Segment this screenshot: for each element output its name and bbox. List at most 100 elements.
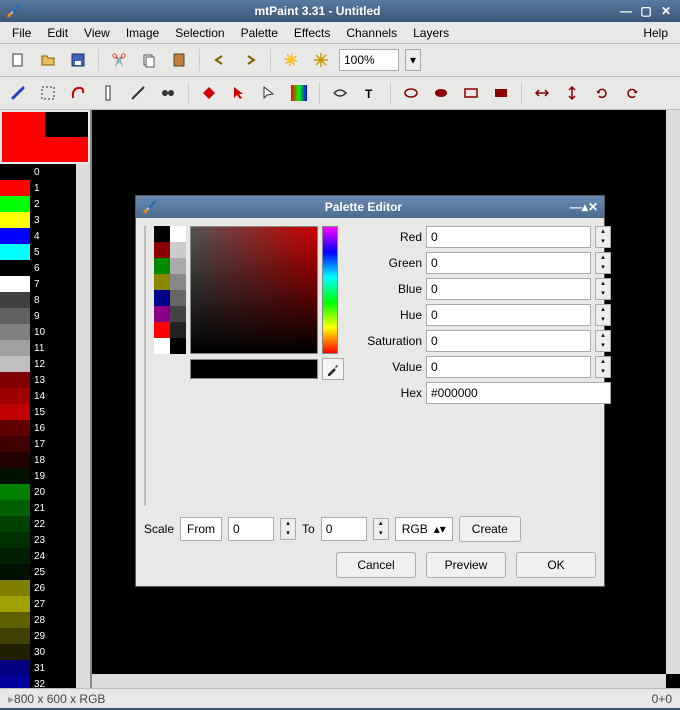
line-tool-icon[interactable] bbox=[126, 81, 150, 105]
green-input[interactable] bbox=[426, 252, 591, 274]
saturation-input[interactable] bbox=[426, 330, 591, 352]
scale-to-spinner[interactable]: ▴▾ bbox=[373, 518, 389, 540]
menu-channels[interactable]: Channels bbox=[338, 24, 405, 42]
save-icon[interactable] bbox=[66, 48, 90, 72]
scale-from-spinner[interactable]: ▴▾ bbox=[280, 518, 296, 540]
color-swatch-box[interactable] bbox=[2, 112, 88, 162]
dialog-palette-row[interactable]: 1 bbox=[145, 249, 146, 271]
red-input[interactable] bbox=[426, 226, 591, 248]
preview-button[interactable]: Preview bbox=[426, 552, 506, 578]
undo-icon[interactable] bbox=[208, 48, 232, 72]
scale-mode-combo[interactable]: RGB ▴▾ bbox=[395, 517, 453, 541]
palette-editor-dialog: 🖌️ Palette Editor — ▴ ✕ 012345678910 bbox=[135, 195, 605, 587]
menubar: File Edit View Image Selection Palette E… bbox=[0, 22, 680, 44]
filled-rect-icon[interactable] bbox=[489, 81, 513, 105]
redo-icon[interactable] bbox=[238, 48, 262, 72]
saturation-value-picker[interactable] bbox=[190, 226, 318, 354]
status-dimensions: 800 x 600 x RGB bbox=[14, 692, 105, 706]
new-icon[interactable] bbox=[6, 48, 30, 72]
fill-tool-icon[interactable] bbox=[197, 81, 221, 105]
rotate-ccw-icon[interactable] bbox=[590, 81, 614, 105]
brightness-icon[interactable]: ☀️ bbox=[279, 48, 303, 72]
smudge-tool-icon[interactable] bbox=[156, 81, 180, 105]
paint-tool-icon[interactable] bbox=[6, 81, 30, 105]
blue-label: Blue bbox=[352, 282, 422, 296]
eyedropper-button[interactable] bbox=[322, 358, 344, 380]
dialog-palette-row[interactable]: 0 bbox=[145, 227, 146, 249]
scale-from-input[interactable] bbox=[228, 517, 274, 541]
cancel-button[interactable]: Cancel bbox=[336, 552, 416, 578]
menu-selection[interactable]: Selection bbox=[167, 24, 232, 42]
dialog-palette-list[interactable]: 012345678910 bbox=[144, 226, 146, 506]
green-spinner[interactable]: ▴▾ bbox=[595, 252, 611, 274]
hue-slider[interactable] bbox=[322, 226, 338, 354]
menu-layers[interactable]: Layers bbox=[405, 24, 457, 42]
menu-edit[interactable]: Edit bbox=[39, 24, 76, 42]
minimize-button[interactable]: — bbox=[618, 3, 634, 19]
text-tool-icon[interactable]: T bbox=[358, 81, 382, 105]
blue-spinner[interactable]: ▴▾ bbox=[595, 278, 611, 300]
scale-to-input[interactable] bbox=[321, 517, 367, 541]
red-spinner[interactable]: ▴▾ bbox=[595, 226, 611, 248]
ellipse-tool-icon[interactable] bbox=[399, 81, 423, 105]
dialog-palette-row[interactable]: 10 bbox=[145, 447, 146, 469]
dialog-palette-row[interactable]: 2 bbox=[145, 271, 146, 293]
cursor-tool-icon[interactable] bbox=[227, 81, 251, 105]
pan-icon[interactable] bbox=[309, 48, 333, 72]
menu-effects[interactable]: Effects bbox=[286, 24, 338, 42]
dialog-palette-row[interactable]: 4 bbox=[145, 315, 146, 337]
zoom-field[interactable]: 100% bbox=[339, 49, 399, 71]
rect-tool-icon[interactable] bbox=[459, 81, 483, 105]
dialog-palette-row[interactable]: 5 bbox=[145, 337, 146, 359]
palette-list[interactable]: 0123456789101112131415161718192021222324… bbox=[0, 164, 90, 688]
palette-scrollbar[interactable] bbox=[76, 164, 90, 688]
canvas-scrollbar-vertical[interactable] bbox=[666, 110, 680, 674]
canvas-scrollbar-horizontal[interactable] bbox=[92, 674, 666, 688]
dialog-palette-row[interactable]: 6 bbox=[145, 359, 146, 381]
shape-tool-icon[interactable] bbox=[328, 81, 352, 105]
dialog-minimize-button[interactable]: — bbox=[570, 200, 582, 214]
hue-input[interactable] bbox=[426, 304, 591, 326]
value-input[interactable] bbox=[426, 356, 591, 378]
menu-palette[interactable]: Palette bbox=[233, 24, 286, 42]
scale-from-combo[interactable]: From bbox=[180, 517, 222, 541]
menu-help[interactable]: Help bbox=[635, 24, 676, 42]
flip-h-icon[interactable] bbox=[530, 81, 554, 105]
filled-ellipse-icon[interactable] bbox=[429, 81, 453, 105]
paste-icon[interactable] bbox=[167, 48, 191, 72]
statusbar: ▸ 800 x 600 x RGB 0+0 bbox=[0, 688, 680, 708]
dialog-titlebar[interactable]: 🖌️ Palette Editor — ▴ ✕ bbox=[136, 196, 604, 218]
dialog-palette-row[interactable]: 8 bbox=[145, 403, 146, 425]
select-tool-icon[interactable] bbox=[36, 81, 60, 105]
blue-input[interactable] bbox=[426, 278, 591, 300]
value-spinner[interactable]: ▴▾ bbox=[595, 356, 611, 378]
ruler-tool-icon[interactable] bbox=[96, 81, 120, 105]
zoom-dropdown[interactable]: ▾ bbox=[405, 49, 421, 71]
gradient-tool-icon[interactable] bbox=[287, 81, 311, 105]
menu-image[interactable]: Image bbox=[118, 24, 167, 42]
dialog-palette-row[interactable]: 7 bbox=[145, 381, 146, 403]
create-button[interactable]: Create bbox=[459, 516, 521, 542]
menu-view[interactable]: View bbox=[76, 24, 118, 42]
close-button[interactable]: ✕ bbox=[658, 3, 674, 19]
flip-v-icon[interactable] bbox=[560, 81, 584, 105]
ok-button[interactable]: OK bbox=[516, 552, 596, 578]
dialog-close-button[interactable]: ✕ bbox=[588, 200, 598, 214]
lasso-tool-icon[interactable] bbox=[66, 81, 90, 105]
open-icon[interactable] bbox=[36, 48, 60, 72]
hex-input[interactable] bbox=[426, 382, 611, 404]
status-position: 0+0 bbox=[652, 692, 672, 706]
hue-spinner[interactable]: ▴▾ bbox=[595, 304, 611, 326]
shade-swatches[interactable] bbox=[154, 226, 186, 354]
color-picker bbox=[154, 226, 344, 506]
maximize-button[interactable]: ▢ bbox=[638, 3, 654, 19]
dialog-palette-row[interactable]: 3 bbox=[145, 293, 146, 315]
window-titlebar: 🖌️ mtPaint 3.31 - Untitled — ▢ ✕ bbox=[0, 0, 680, 22]
dialog-palette-row[interactable]: 9 bbox=[145, 425, 146, 447]
cut-icon[interactable]: ✂️ bbox=[107, 48, 131, 72]
menu-file[interactable]: File bbox=[4, 24, 39, 42]
rotate-cw-icon[interactable] bbox=[620, 81, 644, 105]
picker-tool-icon[interactable] bbox=[257, 81, 281, 105]
copy-icon[interactable] bbox=[137, 48, 161, 72]
saturation-spinner[interactable]: ▴▾ bbox=[595, 330, 611, 352]
